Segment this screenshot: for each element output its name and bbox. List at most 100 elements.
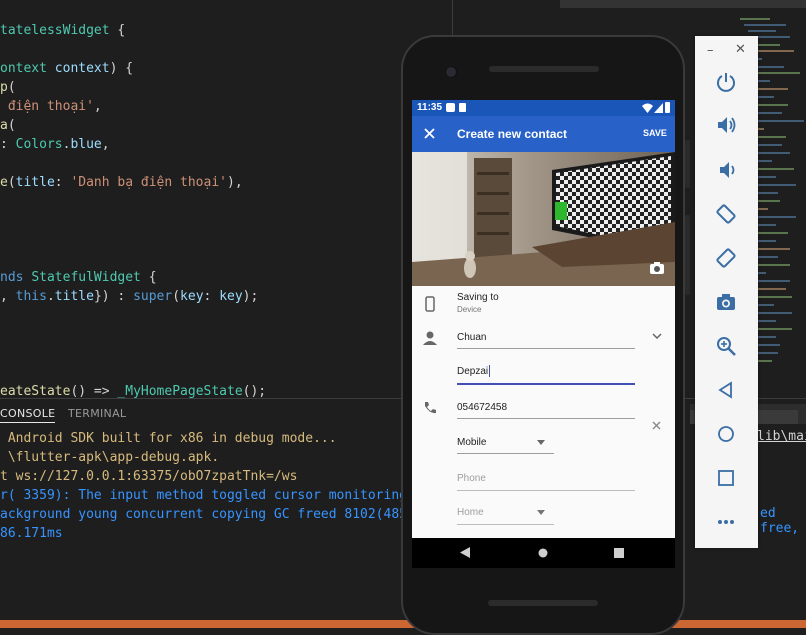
home-button[interactable] [711, 419, 741, 449]
camera-icon[interactable] [650, 262, 664, 274]
code-line: tatelessWidget { [0, 21, 125, 40]
minimap-line [744, 24, 786, 26]
flutter-notification-icon [446, 103, 455, 112]
rotate-right-button[interactable] [711, 243, 741, 273]
code-line: a( [0, 116, 16, 135]
code-line: : Colors.blue, [0, 135, 110, 154]
zoom-button[interactable] [711, 331, 741, 361]
code-token: ( [7, 118, 16, 133]
code-token: eateState [0, 384, 71, 399]
console-line: Android SDK built for x86 in debug mode.… [0, 431, 337, 446]
first-name-input[interactable]: Chuan [457, 332, 486, 343]
phone2-type-select[interactable]: Home [457, 507, 484, 518]
code-token: p [0, 80, 8, 95]
code-token: key [180, 289, 204, 304]
code-token: 'Danh bạ điện thoại' [70, 175, 227, 190]
rotate-left-icon [716, 204, 736, 224]
code-token: ); [242, 289, 259, 304]
code-token: , [93, 99, 102, 114]
code-token: key [219, 289, 243, 304]
dropdown-arrow-icon[interactable] [537, 440, 545, 445]
code-token: (); [242, 384, 267, 399]
back-button[interactable] [711, 375, 741, 405]
sim-notification-icon [459, 103, 466, 112]
more-button[interactable] [711, 507, 741, 537]
android-status-bar: 11:35 [412, 100, 675, 116]
power-icon [717, 73, 735, 92]
rotate-right-icon [716, 248, 736, 268]
phone2-underline [457, 490, 635, 491]
console-line: \flutter-apk\app-debug.apk. [0, 450, 220, 465]
console-link[interactable]: lib\mai [757, 429, 806, 444]
nav-home-icon[interactable] [538, 548, 548, 558]
phone-type-underline [457, 453, 554, 454]
tab-console[interactable]: CONSOLE [0, 407, 56, 423]
code-token: tatelessWidget [0, 23, 110, 38]
minimize-icon[interactable]: – [707, 43, 714, 58]
overview-icon [718, 470, 734, 486]
code-token: , [101, 137, 110, 152]
device-screen[interactable]: 11:35 Create new contact SAVE Saving to … [412, 100, 675, 538]
code-token: { [109, 23, 126, 38]
nav-back-icon[interactable] [460, 547, 470, 558]
code-token: Colors [15, 137, 63, 152]
person-icon [423, 331, 437, 345]
tab-terminal[interactable]: TERMINAL [68, 407, 126, 420]
dropdown-arrow-icon[interactable] [537, 510, 545, 515]
close-icon[interactable] [424, 128, 435, 139]
emulator-toolbar: – ✕ [695, 36, 758, 548]
console-line: 86.171ms [0, 526, 63, 541]
code-token: : [0, 137, 16, 152]
zoom-icon [717, 337, 736, 356]
code-token: title [54, 289, 94, 304]
volume-down-button[interactable] [711, 155, 741, 185]
code-editor[interactable]: tatelessWidget {ontext context) {p( điện… [0, 0, 455, 399]
code-line: ontext context) { [0, 59, 133, 78]
code-token: . [46, 289, 55, 304]
back-icon [718, 381, 732, 399]
code-line: nds StatefulWidget { [0, 268, 157, 287]
overview-button[interactable] [711, 463, 741, 493]
screenshot-button[interactable] [711, 287, 741, 317]
code-token: super [133, 289, 173, 304]
code-token: _MyHomePageState [117, 384, 243, 399]
phone-number-underline [457, 418, 635, 419]
code-token: ontext [0, 61, 47, 76]
code-token: a [0, 118, 8, 133]
last-name-input[interactable]: Depzai [457, 366, 488, 377]
phone-volume-button [685, 215, 690, 295]
contact-photo[interactable] [412, 152, 675, 286]
volume-down-icon [720, 162, 735, 178]
code-token: this [15, 289, 47, 304]
device-icon [425, 296, 435, 312]
remove-field-icon[interactable] [652, 421, 661, 430]
chevron-down-icon[interactable] [652, 333, 662, 339]
home-icon [718, 426, 734, 442]
phone-number-input[interactable]: 054672458 [457, 402, 507, 413]
code-line: p( [0, 78, 16, 97]
phone-type-select[interactable]: Mobile [457, 437, 486, 448]
power-button[interactable] [711, 67, 741, 97]
code-token: ( [7, 80, 16, 95]
code-token: () => [70, 384, 118, 399]
phone-earpiece [489, 66, 599, 72]
console-line: t ws://127.0.0.1:63375/obO7zpatTnk=/ws [0, 469, 298, 484]
console-fragment: ed free, [760, 506, 800, 536]
code-token: , [0, 289, 16, 304]
phone2-input[interactable]: Phone [457, 473, 486, 484]
close-window-icon[interactable]: ✕ [735, 42, 746, 57]
save-button[interactable]: SAVE [643, 128, 667, 138]
code-line: e(title: 'Danh bạ điện thoại'), [0, 173, 243, 192]
nav-overview-icon[interactable] [614, 548, 624, 558]
android-nav-bar [412, 538, 675, 568]
code-line: điện thoại', [0, 97, 102, 116]
camera-icon [717, 294, 735, 310]
volume-up-button[interactable] [711, 110, 741, 140]
saving-to-value[interactable]: Device [457, 305, 481, 314]
ide-status-bar [0, 620, 806, 628]
code-token: nds [0, 270, 32, 285]
code-line: , this.title}) : super(key: key); [0, 287, 258, 306]
saving-to-label: Saving to [457, 292, 499, 303]
signal-icon [654, 103, 663, 113]
rotate-left-button[interactable] [711, 199, 741, 229]
